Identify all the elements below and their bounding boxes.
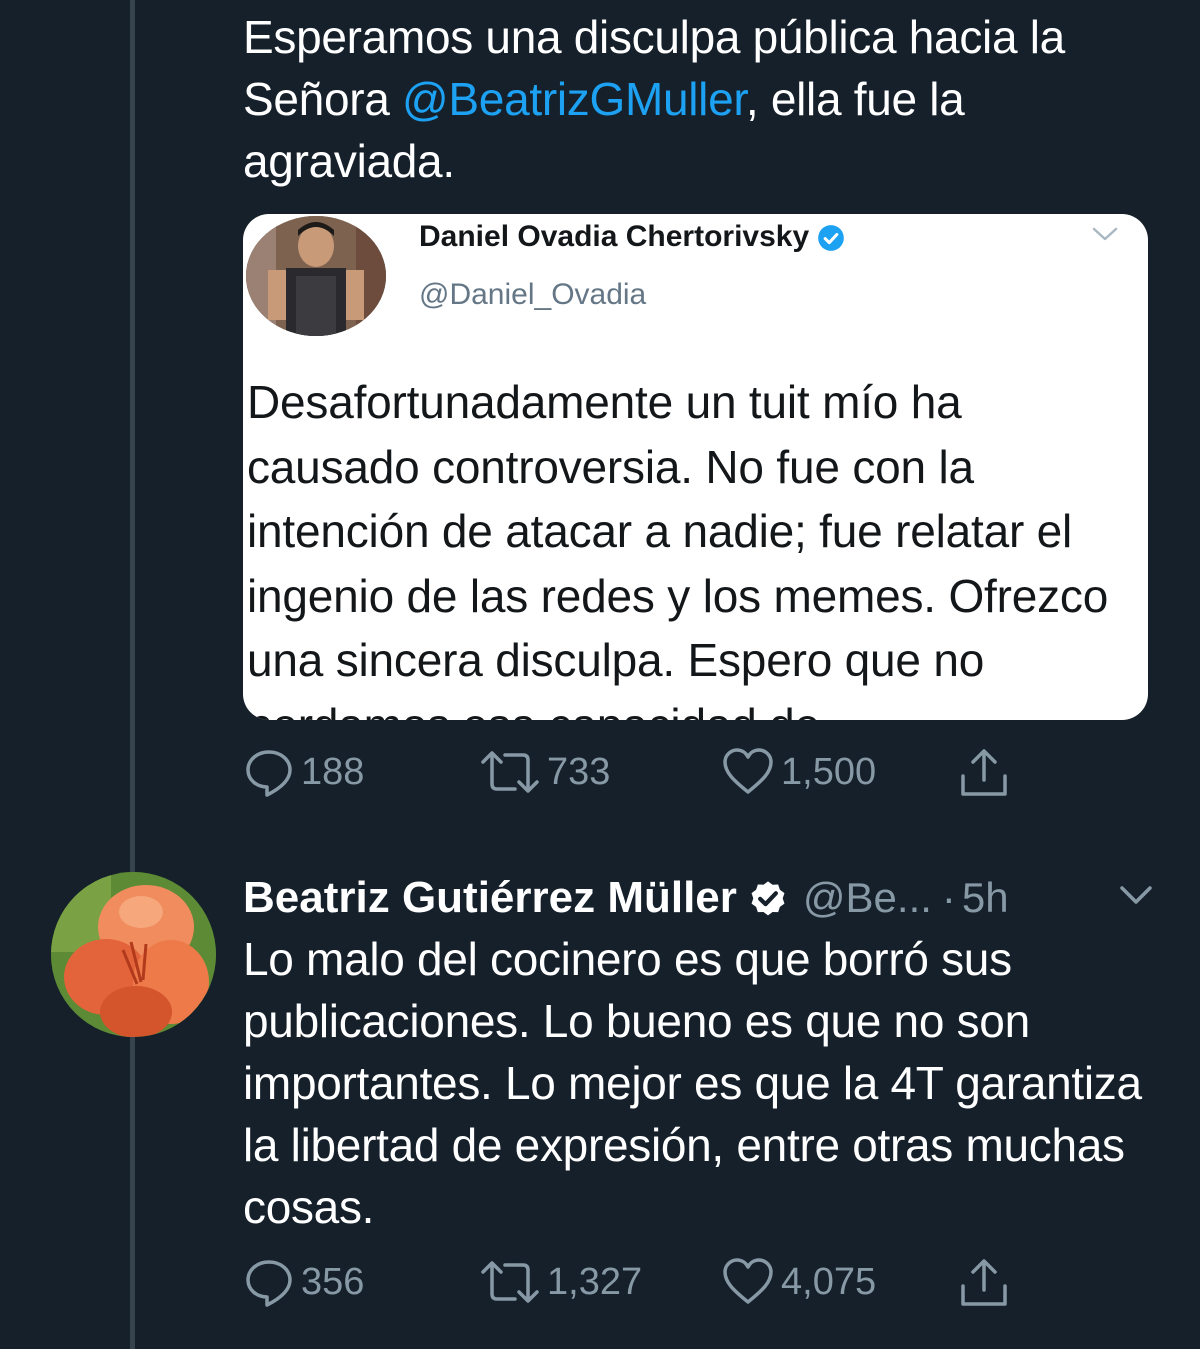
verified-badge-icon [818,225,845,251]
tweet-body: Lo malo del cocinero es que borró sus pu… [243,933,1142,1233]
flower-avatar-image [51,872,216,1037]
thread-connector-line [130,0,135,1349]
retweet-icon [481,751,539,793]
author-name[interactable]: Beatriz Gutiérrez Müller [243,873,737,923]
tweet-body: Esperamos una disculpa pública hacia la … [243,6,1163,192]
tweet-actions: 356 1,327 4,075 [243,1256,1043,1316]
like-count: 4,075 [781,1260,877,1303]
tweet-thread: Esperamos una disculpa pública hacia la … [0,0,1200,1349]
reply-icon [246,1260,292,1307]
mention-link[interactable]: @BeatrizGMuller [402,73,746,125]
heart-icon [723,1258,773,1304]
embedded-tweet-text: Desafortunadamente un tuit mío ha causad… [247,376,1109,720]
retweet-count: 1,327 [547,1260,643,1303]
reply-count: 356 [301,1260,365,1303]
verified-badge-icon [751,881,785,916]
tweet-header: Beatriz Gutiérrez Müller @Be... · 5h [243,868,1009,928]
chevron-down-icon [1092,227,1118,241]
retweet-count: 733 [547,750,611,793]
like-button[interactable]: 1,500 [721,746,876,798]
timestamp[interactable]: 5h [962,874,1009,922]
share-icon [961,1259,1007,1306]
reply-button[interactable]: 356 [243,1256,364,1308]
reply-icon [246,750,292,797]
retweet-icon [481,1261,539,1303]
author-handle[interactable]: @Be... [803,874,932,922]
embedded-author-name: Daniel Ovadia Chertorivsky [419,220,845,254]
share-button[interactable] [957,1256,1011,1310]
reply-count: 188 [301,750,365,793]
embedded-author-avatar [246,216,386,336]
share-icon [961,749,1007,796]
reply-button[interactable]: 188 [243,746,364,798]
tweet-actions: 188 733 1,500 [243,746,1043,806]
retweet-button[interactable]: 1,327 [479,1256,642,1308]
like-count: 1,500 [781,750,877,793]
embedded-tweet-screenshot[interactable]: Daniel Ovadia Chertorivsky @Daniel_Ovadi… [243,214,1148,720]
share-button[interactable] [957,746,1011,800]
avatar[interactable] [51,872,216,1037]
heart-icon [723,748,773,794]
separator-dot: · [941,874,956,921]
chevron-down-icon[interactable] [1116,880,1156,910]
retweet-button[interactable]: 733 [479,746,610,798]
embedded-author-handle: @Daniel_Ovadia [419,278,647,311]
embedded-author-name-text: Daniel Ovadia Chertorivsky [419,220,810,253]
like-button[interactable]: 4,075 [721,1256,876,1308]
